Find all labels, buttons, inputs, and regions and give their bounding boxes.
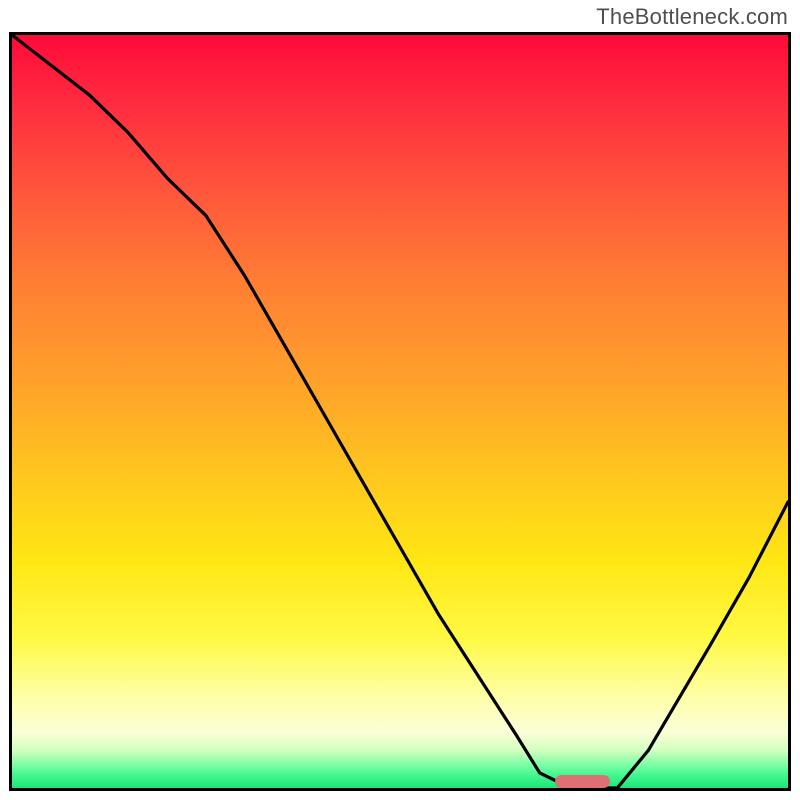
plot-area [9,32,791,791]
bottleneck-curve [12,35,788,788]
watermark-text: TheBottleneck.com [596,4,788,30]
optimal-range-marker [555,775,609,788]
chart-container: TheBottleneck.com [0,0,800,800]
